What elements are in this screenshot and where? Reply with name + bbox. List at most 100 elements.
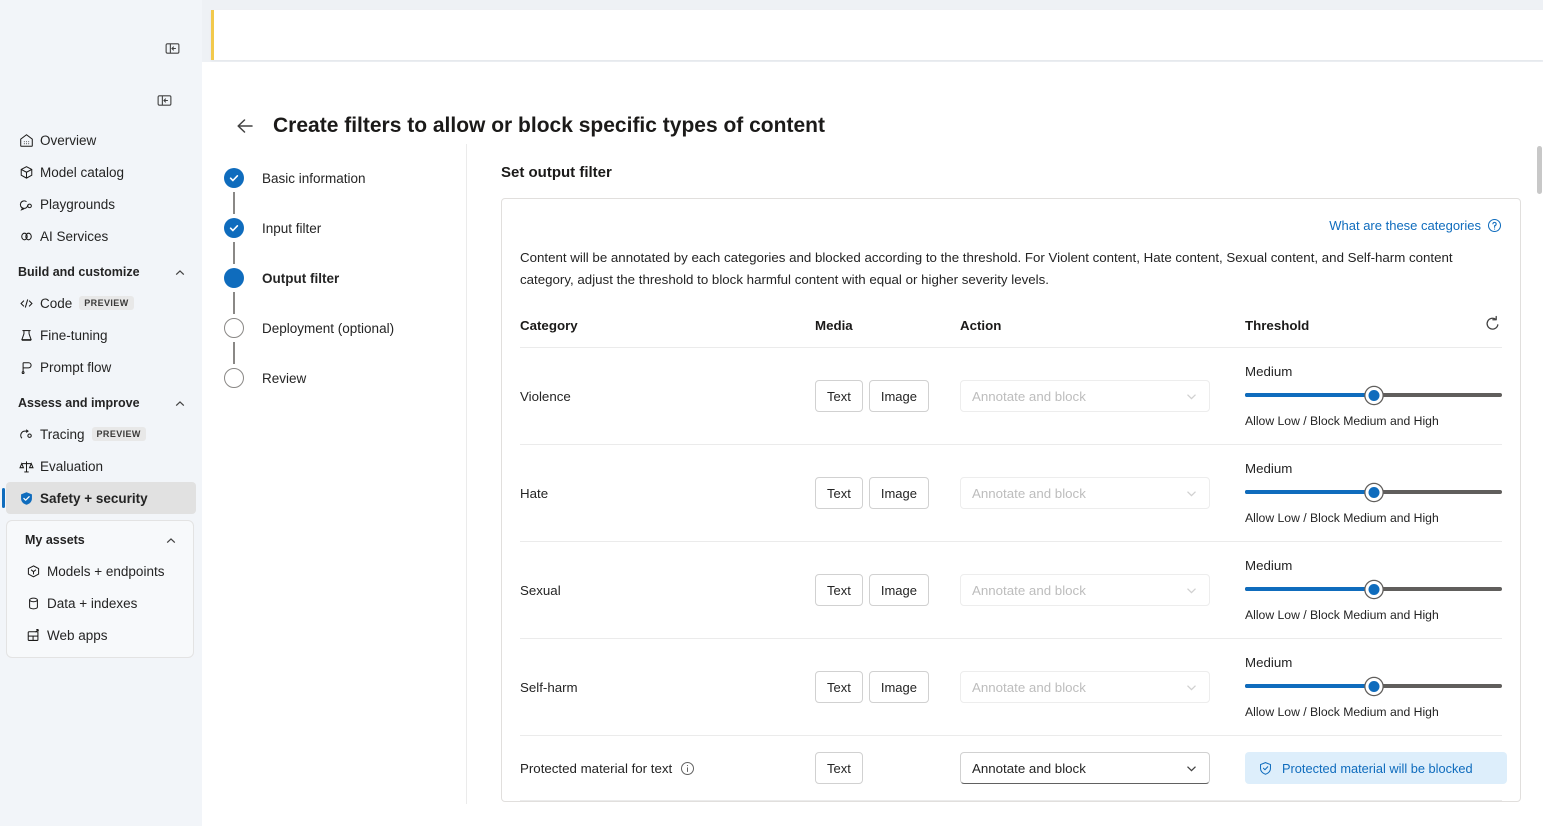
sidebar-item-label: Models + endpoints: [47, 564, 164, 579]
flow-icon: [18, 358, 40, 376]
sidebar-item-code[interactable]: Code PREVIEW: [6, 287, 196, 319]
slider-thumb[interactable]: [1365, 581, 1382, 598]
table-row: Violence Text Image: [520, 348, 1502, 445]
info-icon[interactable]: [680, 761, 695, 776]
slider-thumb[interactable]: [1365, 484, 1382, 501]
action-dropdown[interactable]: Annotate and block: [960, 477, 1210, 509]
filters-table: Category Media Action Threshold: [520, 314, 1502, 801]
sidebar-item-playgrounds[interactable]: Playgrounds: [6, 188, 196, 220]
cell-threshold: Protected material will be blocked: [1245, 736, 1502, 801]
media-toggle-text[interactable]: Text: [815, 574, 863, 606]
sidebar-item-tracing[interactable]: Tracing PREVIEW: [6, 418, 196, 450]
left-navigation: Overview Model catalog: [0, 0, 202, 826]
table-header-row: Category Media Action Threshold: [520, 314, 1502, 348]
cell-media: Text: [815, 736, 960, 801]
collapse-panel-icon[interactable]: [162, 38, 182, 58]
step-current-icon: [224, 268, 244, 288]
nav-group-my-assets[interactable]: My assets: [13, 525, 187, 555]
media-toggle-text[interactable]: Text: [815, 477, 863, 509]
step-connector: [233, 192, 235, 214]
wizard-step-basic-information[interactable]: Basic information: [224, 164, 467, 192]
media-toggle-image[interactable]: Image: [869, 574, 929, 606]
back-arrow-icon[interactable]: [233, 114, 257, 138]
action-dropdown[interactable]: Annotate and block: [960, 574, 1210, 606]
wizard-steps: Basic information Input filter Output fi…: [202, 164, 467, 802]
sidebar-item-web-apps[interactable]: Web apps: [13, 619, 187, 651]
action-value: Annotate and block: [972, 583, 1086, 598]
wizard-step-review[interactable]: Review: [224, 364, 467, 392]
slider-thumb[interactable]: [1365, 678, 1382, 695]
sidebar-item-label: Code: [40, 296, 72, 311]
collapse-navigation-icon[interactable]: [154, 90, 174, 110]
reset-icon[interactable]: [1483, 314, 1502, 333]
preview-badge: PREVIEW: [92, 427, 146, 441]
media-toggle-text[interactable]: Text: [815, 380, 863, 412]
page-title: Create filters to allow or block specifi…: [273, 114, 825, 138]
code-icon: [18, 294, 40, 312]
categories-link-label: What are these categories: [1329, 218, 1481, 233]
scrollbar-thumb[interactable]: [1537, 146, 1542, 194]
wizard-step-label: Deployment (optional): [262, 321, 394, 336]
cell-action: Annotate and block: [960, 542, 1245, 639]
threshold-slider[interactable]: [1245, 679, 1502, 693]
sidebar-item-label: Safety + security: [40, 491, 148, 506]
nav-group-assess-and-improve[interactable]: Assess and improve: [6, 388, 196, 418]
chevron-down-icon: [1185, 681, 1198, 694]
wizard-step-deployment[interactable]: Deployment (optional): [224, 314, 467, 342]
column-header-media: Media: [815, 314, 960, 348]
cell-action: Annotate and block: [960, 445, 1245, 542]
wizard-step-input-filter[interactable]: Input filter: [224, 214, 467, 242]
nav-group-build-and-customize[interactable]: Build and customize: [6, 257, 196, 287]
cell-media: Text Image: [815, 639, 960, 736]
sidebar-item-label: Tracing: [40, 427, 85, 442]
media-toggle-image[interactable]: Image: [869, 380, 929, 412]
categories-link-row: What are these categories: [520, 213, 1502, 233]
sidebar-item-safety-security[interactable]: Safety + security: [6, 482, 196, 514]
chevron-down-icon: [1185, 487, 1198, 500]
cell-media: Text Image: [815, 445, 960, 542]
threshold-slider[interactable]: [1245, 388, 1502, 402]
database-icon: [25, 594, 47, 612]
sidebar-item-model-catalog[interactable]: Model catalog: [6, 156, 196, 188]
steps-divider: [466, 144, 467, 804]
threshold-value-label: Medium: [1245, 558, 1502, 573]
threshold-value-label: Medium: [1245, 364, 1502, 379]
media-toggle-text[interactable]: Text: [815, 752, 863, 784]
sidebar-item-prompt-flow[interactable]: Prompt flow: [6, 351, 196, 383]
chevron-down-icon: [1185, 390, 1198, 403]
slider-thumb[interactable]: [1365, 387, 1382, 404]
threshold-slider[interactable]: [1245, 485, 1502, 499]
media-toggle-image[interactable]: Image: [869, 671, 929, 703]
panel-title: Set output filter: [501, 164, 1521, 181]
sidebar-item-fine-tuning[interactable]: Fine-tuning: [6, 319, 196, 351]
flask-icon: [18, 326, 40, 344]
threshold-slider[interactable]: [1245, 582, 1502, 596]
sidebar-item-evaluation[interactable]: Evaluation: [6, 450, 196, 482]
table-row: Self-harm Text Image: [520, 639, 1502, 736]
column-header-category: Category: [520, 314, 815, 348]
what-are-these-categories-link[interactable]: What are these categories: [1329, 218, 1502, 233]
cell-action: Annotate and block: [960, 736, 1245, 801]
sidebar-item-label: AI Services: [40, 229, 108, 244]
category-label: Self-harm: [520, 680, 578, 695]
home-icon: [18, 131, 40, 149]
column-header-action: Action: [960, 314, 1245, 348]
wizard-step-output-filter[interactable]: Output filter: [224, 264, 467, 292]
sidebar-item-label: Fine-tuning: [40, 328, 108, 343]
action-dropdown[interactable]: Annotate and block: [960, 380, 1210, 412]
media-toggle-image[interactable]: Image: [869, 477, 929, 509]
action-dropdown[interactable]: Annotate and block: [960, 671, 1210, 703]
cube-outline-icon: [25, 562, 47, 580]
sidebar-item-data-indexes[interactable]: Data + indexes: [13, 587, 187, 619]
media-toggle-text[interactable]: Text: [815, 671, 863, 703]
action-dropdown[interactable]: Annotate and block: [960, 752, 1210, 784]
sidebar-item-overview[interactable]: Overview: [6, 124, 196, 156]
sidebar-item-ai-services[interactable]: AI Services: [6, 220, 196, 252]
sidebar-item-models-endpoints[interactable]: Models + endpoints: [13, 555, 187, 587]
question-circle-icon: [1487, 218, 1502, 233]
sidebar-item-label: Playgrounds: [40, 197, 115, 212]
page-header: Create filters to allow or block specifi…: [202, 62, 1543, 138]
vertical-scrollbar[interactable]: [1536, 146, 1543, 826]
sidebar-item-label: Model catalog: [40, 165, 124, 180]
preview-badge: PREVIEW: [79, 296, 133, 310]
